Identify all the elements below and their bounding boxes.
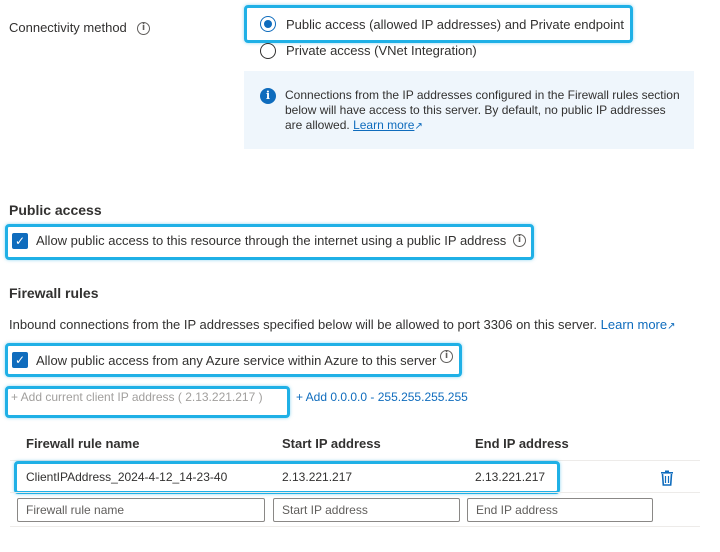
checkmark-icon: ✓: [14, 353, 26, 367]
learn-more-link[interactable]: Learn more: [353, 118, 414, 132]
info-icon[interactable]: i: [137, 22, 150, 35]
radio-label-private-access: Private access (VNet Integration): [286, 43, 477, 58]
radio-private-access[interactable]: [260, 43, 276, 59]
start-ip-cell[interactable]: 2.13.221.217: [282, 470, 352, 484]
new-rule-name-input[interactable]: Firewall rule name: [17, 498, 265, 522]
info-banner: i Connections from the IP addresses conf…: [244, 71, 694, 149]
connectivity-method-label: Connectivity method: [9, 20, 127, 35]
radio-public-access-private-endpoint[interactable]: [260, 16, 276, 32]
column-header-start-ip: Start IP address: [282, 436, 381, 451]
public-access-checkbox-label: Allow public access to this resource thr…: [36, 233, 507, 248]
info-icon[interactable]: i: [440, 350, 453, 363]
column-header-end-ip: End IP address: [475, 436, 569, 451]
radio-label-public-access: Public access (allowed IP addresses) and…: [286, 17, 624, 32]
table-divider: [10, 526, 700, 527]
firewall-description-text: Inbound connections from the IP addresse…: [9, 317, 597, 332]
table-divider: [10, 492, 700, 493]
info-banner-text: Connections from the IP addresses config…: [285, 88, 685, 134]
firewall-learn-more-link[interactable]: Learn more: [601, 317, 667, 332]
trash-icon[interactable]: [660, 470, 674, 486]
info-icon: i: [260, 88, 276, 104]
rule-name-cell[interactable]: ClientIPAddress_2024-4-12_14-23-40: [26, 470, 227, 484]
table-divider: [10, 460, 700, 461]
firewall-rules-heading: Firewall rules: [9, 285, 99, 301]
new-end-ip-input[interactable]: End IP address: [467, 498, 653, 522]
column-header-rule-name: Firewall rule name: [26, 436, 140, 451]
add-ip-range-button[interactable]: + Add 0.0.0.0 - 255.255.255.255: [296, 390, 468, 404]
external-link-icon: ↗: [414, 121, 423, 132]
azure-services-checkbox[interactable]: ✓: [12, 352, 28, 368]
azure-services-checkbox-label: Allow public access from any Azure servi…: [36, 353, 437, 368]
checkmark-icon: ✓: [14, 234, 26, 248]
info-banner-message: Connections from the IP addresses config…: [285, 88, 680, 132]
new-start-ip-input[interactable]: Start IP address: [273, 498, 460, 522]
public-access-heading: Public access: [9, 202, 102, 218]
external-link-icon: ↗: [667, 321, 676, 332]
end-ip-cell[interactable]: 2.13.221.217: [475, 470, 545, 484]
info-icon[interactable]: i: [513, 234, 526, 247]
add-client-ip-button[interactable]: + Add current client IP address ( 2.13.2…: [11, 390, 263, 404]
firewall-description: Inbound connections from the IP addresse…: [9, 317, 676, 332]
public-access-checkbox[interactable]: ✓: [12, 233, 28, 249]
